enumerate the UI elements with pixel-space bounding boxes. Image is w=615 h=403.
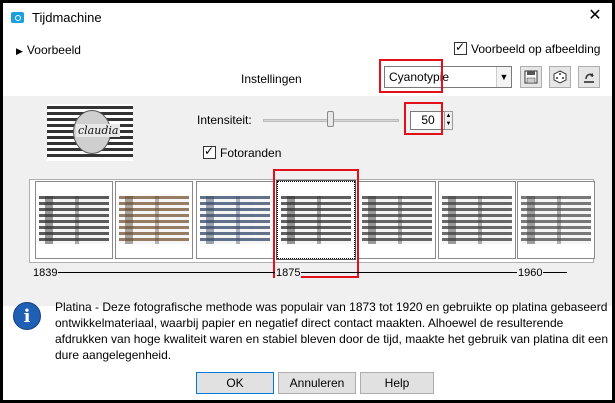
intensity-input[interactable]: 50 <box>410 111 446 130</box>
photo-edges-checkbox[interactable]: Fotoranden <box>203 144 282 160</box>
ok-button[interactable]: OK <box>196 372 274 394</box>
chevron-right-icon: ▶ <box>16 46 23 56</box>
style-preview <box>200 196 270 244</box>
timeline-line <box>57 272 567 273</box>
style-card-4-selected[interactable] <box>276 180 356 260</box>
close-icon[interactable]: ✕ <box>588 8 602 24</box>
cancel-button[interactable]: Annuleren <box>278 372 356 394</box>
preview-on-image-checkbox[interactable]: Voorbeeld op afbeelding <box>454 40 601 56</box>
camera-app-icon <box>11 12 24 23</box>
preview-on-image-label: Voorbeeld op afbeelding <box>471 42 601 56</box>
style-card-1[interactable] <box>35 181 113 259</box>
photo-edges-label: Fotoranden <box>220 146 282 160</box>
checkbox-box[interactable] <box>203 144 216 159</box>
settings-label: Instellingen <box>241 72 302 86</box>
preview-toggle[interactable]: ▶ Voorbeeld <box>16 43 81 57</box>
preview-toggle-label: Voorbeeld <box>26 43 81 57</box>
style-preview <box>442 196 512 244</box>
save-icon <box>524 70 538 84</box>
save-preset-button[interactable] <box>520 66 542 88</box>
intensity-stepper[interactable]: ▲ ▼ <box>444 111 453 130</box>
style-description: Platina - Deze fotografische methode was… <box>55 300 609 362</box>
preview-thumbnail: claudia <box>47 104 133 161</box>
preset-value: Cyanotypie <box>389 70 450 84</box>
help-button[interactable]: Help <box>360 372 434 394</box>
style-card-6[interactable] <box>438 181 516 259</box>
window-title: Tijdmachine <box>32 10 102 25</box>
intensity-label: Intensiteit: <box>197 113 252 127</box>
year-label-end: 1960 <box>517 267 544 279</box>
style-preview <box>119 196 189 244</box>
style-card-7[interactable] <box>517 181 595 259</box>
style-card-3[interactable] <box>196 181 274 259</box>
style-preview <box>362 196 432 244</box>
logo-text: claudia <box>76 124 121 137</box>
info-icon: i <box>13 302 41 330</box>
year-label-start: 1839 <box>32 267 59 279</box>
checkbox-box[interactable] <box>454 40 467 55</box>
reset-button[interactable] <box>578 66 600 88</box>
chevron-down-icon[interactable]: ▼ <box>496 67 511 87</box>
style-preview <box>281 196 351 244</box>
style-card-2[interactable] <box>115 181 193 259</box>
style-preview <box>521 196 591 244</box>
reset-icon <box>584 73 594 83</box>
year-label-selected: 1875 <box>275 267 302 279</box>
style-preview <box>39 196 109 244</box>
dice-icon <box>553 70 567 84</box>
preset-dropdown[interactable]: Cyanotypie ▼ <box>384 66 512 88</box>
time-machine-dialog: Tijdmachine ✕ ▶Voorbeeld Voorbeeld op af… <box>0 0 615 403</box>
randomize-button[interactable] <box>549 66 571 88</box>
style-card-5[interactable] <box>358 181 436 259</box>
title-bar: Tijdmachine ✕ <box>3 3 612 33</box>
intensity-slider-handle[interactable] <box>327 111 334 127</box>
